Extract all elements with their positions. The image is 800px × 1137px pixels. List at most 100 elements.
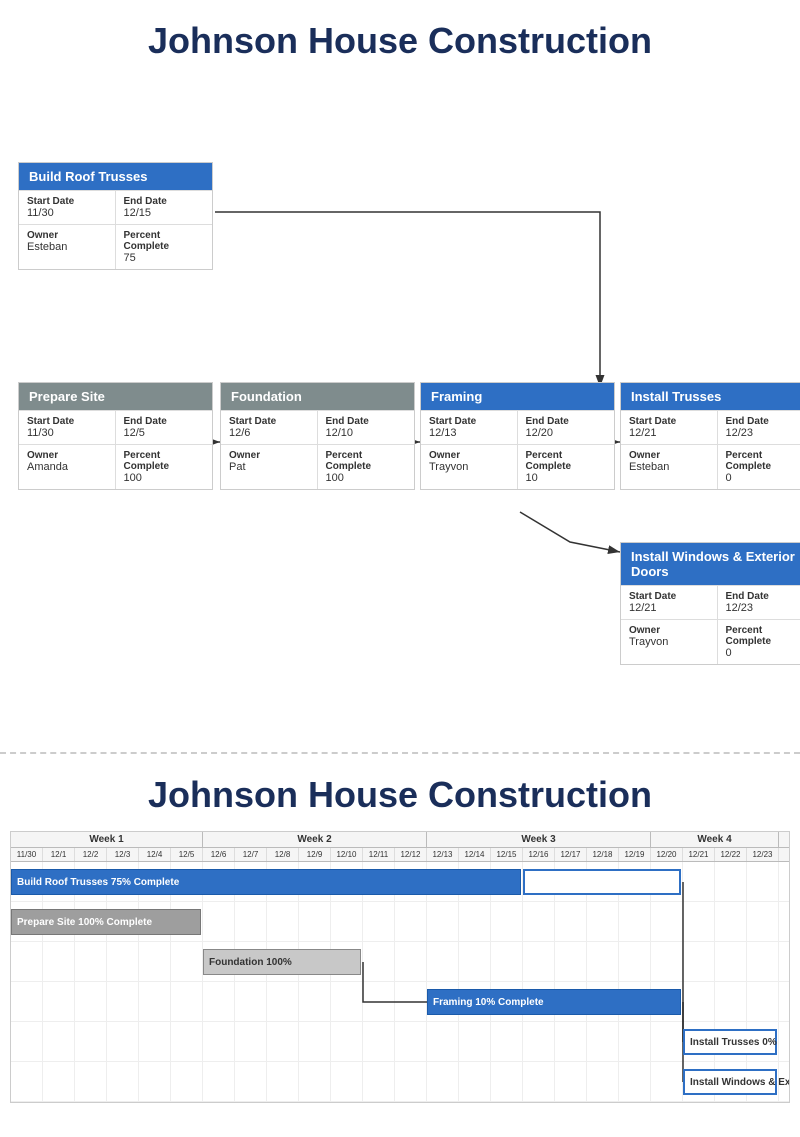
gantt-grid-cell xyxy=(651,902,683,941)
gantt-grid-cell xyxy=(555,1022,587,1061)
task-card-foundation: Foundation Start Date 12/6 End Date 12/1… xyxy=(220,382,415,490)
gantt-date-cell: 11/30 xyxy=(11,848,43,861)
start-date-cell: Start Date 12/13 xyxy=(421,410,518,444)
gantt-grid-cell xyxy=(203,1022,235,1061)
task-body: Start Date 11/30 End Date 12/15 Owner Es… xyxy=(19,190,212,269)
gantt-date-cell: 12/21 xyxy=(683,848,715,861)
gantt-row: Install Windows & Exterior Doors xyxy=(11,1062,789,1102)
gantt-grid-cell xyxy=(363,1022,395,1061)
gantt-grid-cell xyxy=(491,902,523,941)
gantt-grid-cell xyxy=(715,902,747,941)
gantt-grid-cell xyxy=(43,982,75,1021)
percent-cell: Percent Complete 0 xyxy=(718,444,800,489)
gantt-grid-cell xyxy=(171,1022,203,1061)
gantt-grid-cell xyxy=(299,1062,331,1101)
gantt-grid-cell xyxy=(43,1062,75,1101)
gantt-row: Framing 10% Complete xyxy=(11,982,789,1022)
gantt-grid-cell xyxy=(235,982,267,1021)
gantt-grid-cell xyxy=(747,942,779,981)
task-header: Foundation xyxy=(221,383,414,410)
gantt-section: Johnson House Construction Week 1Week 2W… xyxy=(0,754,800,1123)
gantt-grid-cell xyxy=(331,1022,363,1061)
gantt-grid-cell xyxy=(427,1022,459,1061)
gantt-bar: Prepare Site 100% Complete xyxy=(11,909,201,935)
gantt-bar: Foundation 100% xyxy=(203,949,361,975)
gantt-grid-cell xyxy=(523,1022,555,1061)
gantt-grid-cell xyxy=(651,1022,683,1061)
gantt-grid-cell xyxy=(491,942,523,981)
gantt-date-cell: 12/15 xyxy=(491,848,523,861)
end-date-cell: End Date 12/20 xyxy=(518,410,615,444)
percent-cell: Percent Complete 100 xyxy=(116,444,213,489)
gantt-grid-cell xyxy=(715,862,747,901)
gantt-grid-cell xyxy=(11,942,43,981)
task-body: Start Date 12/21 End Date 12/23 Owner Es… xyxy=(621,410,800,489)
gantt-grid-cell xyxy=(107,982,139,1021)
end-date-cell: End Date 12/23 xyxy=(718,585,800,619)
gantt-grid-cell xyxy=(491,1062,523,1101)
start-date-cell: Start Date 12/21 xyxy=(621,585,718,619)
gantt-grid-cell xyxy=(651,942,683,981)
percent-cell: Percent Complete 75 xyxy=(116,224,213,269)
task-card-install-trusses: Install Trusses Start Date 12/21 End Dat… xyxy=(620,382,800,490)
end-date-cell: End Date 12/10 xyxy=(318,410,415,444)
gantt-date-cell: 12/18 xyxy=(587,848,619,861)
task-card-prepare-site: Prepare Site Start Date 11/30 End Date 1… xyxy=(18,382,213,490)
gantt-date-cell: 12/9 xyxy=(299,848,331,861)
percent-cell: Percent Complete 10 xyxy=(518,444,615,489)
gantt-grid-cell xyxy=(331,902,363,941)
gantt-grid-cell xyxy=(107,1022,139,1061)
owner-cell: Owner Trayvon xyxy=(621,619,718,664)
gantt-grid-cell xyxy=(363,942,395,981)
owner-cell: Owner Amanda xyxy=(19,444,116,489)
gantt-grid-cell xyxy=(299,982,331,1021)
gantt-grid-cell xyxy=(683,982,715,1021)
gantt-grid-cell xyxy=(619,1022,651,1061)
task-card-framing: Framing Start Date 12/13 End Date 12/20 … xyxy=(420,382,615,490)
gantt-grid-cell xyxy=(203,1062,235,1101)
gantt-grid-cell xyxy=(523,942,555,981)
gantt-grid-cell xyxy=(555,942,587,981)
gantt-row: Prepare Site 100% Complete xyxy=(11,902,789,942)
gantt-grid-cell xyxy=(747,862,779,901)
gantt-grid-cell xyxy=(363,902,395,941)
gantt-grid-cell xyxy=(587,942,619,981)
percent-cell: Percent Complete 100 xyxy=(318,444,415,489)
owner-cell: Owner Trayvon xyxy=(421,444,518,489)
task-body: Start Date 12/13 End Date 12/20 Owner Tr… xyxy=(421,410,614,489)
gantt-date-cell: 12/7 xyxy=(235,848,267,861)
task-header: Framing xyxy=(421,383,614,410)
gantt-container: Week 1Week 2Week 3Week 4 11/3012/112/212… xyxy=(10,831,790,1103)
gantt-grid-cell xyxy=(363,982,395,1021)
gantt-grid-cell xyxy=(11,1022,43,1061)
gantt-grid-cell xyxy=(683,942,715,981)
gantt-body: Build Roof Trusses 75% CompletePrepare S… xyxy=(11,862,789,1102)
gantt-date-cell: 12/13 xyxy=(427,848,459,861)
gantt-grid-cell xyxy=(139,982,171,1021)
gantt-grid-cell xyxy=(555,1062,587,1101)
gantt-date-cell: 12/12 xyxy=(395,848,427,861)
gantt-row: Foundation 100% xyxy=(11,942,789,982)
gantt-grid-cell xyxy=(43,942,75,981)
gantt-date-cell: 12/11 xyxy=(363,848,395,861)
task-card-install-windows: Install Windows & Exterior Doors Start D… xyxy=(620,542,800,665)
gantt-grid-cell xyxy=(331,982,363,1021)
gantt-grid-cell xyxy=(427,1062,459,1101)
owner-cell: Owner Esteban xyxy=(621,444,718,489)
gantt-grid-cell xyxy=(75,1062,107,1101)
gantt-date-cell: 12/3 xyxy=(107,848,139,861)
gantt-grid-cell xyxy=(555,902,587,941)
section1-title: Johnson House Construction xyxy=(10,20,790,62)
gantt-grid-cell xyxy=(75,982,107,1021)
gantt-grid-cell xyxy=(235,1022,267,1061)
gantt-grid-cell xyxy=(619,1062,651,1101)
task-header: Prepare Site xyxy=(19,383,212,410)
gantt-grid-cell xyxy=(139,1022,171,1061)
gantt-bar: Install Windows & Exterior Doors xyxy=(683,1069,777,1095)
gantt-grid-cell xyxy=(331,1062,363,1101)
gantt-grid-cell xyxy=(299,1022,331,1061)
gantt-grid-cell xyxy=(683,902,715,941)
gantt-bar xyxy=(523,869,681,895)
gantt-bar: Install Trusses 0% xyxy=(683,1029,777,1055)
gantt-date-cell: 12/16 xyxy=(523,848,555,861)
